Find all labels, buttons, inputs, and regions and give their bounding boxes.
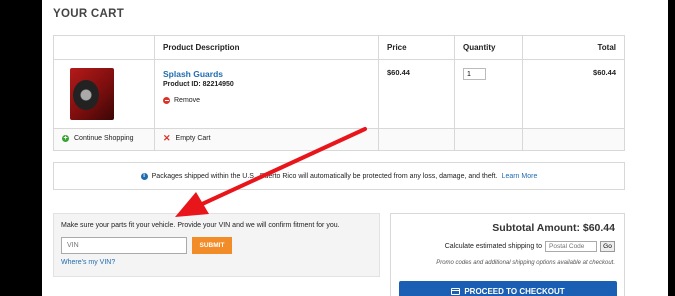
vin-prompt: Make sure your parts fit your vehicle. P… <box>61 222 340 229</box>
header-total: Total <box>522 35 625 60</box>
item-total: $60.44 <box>593 68 616 77</box>
header-quantity: Quantity <box>454 35 523 60</box>
go-button[interactable]: Go <box>600 241 615 252</box>
product-id: Product ID: 82214950 <box>163 81 234 88</box>
vin-fitment-panel: Make sure your parts fit your vehicle. P… <box>53 213 380 277</box>
total-cell: $60.44 <box>522 59 625 129</box>
header-price: Price <box>378 35 455 60</box>
order-summary: Subtotal Amount: $60.44 Calculate estima… <box>390 213 625 296</box>
empty-cart-button[interactable]: ✕ Empty Cart <box>163 133 370 143</box>
promo-note: Promo codes and additional shipping opti… <box>436 260 615 266</box>
remove-button[interactable]: Remove <box>163 97 370 104</box>
blank-cell <box>522 128 625 151</box>
shipping-estimate-row: Calculate estimated shipping to Go <box>400 241 615 252</box>
cart-page: YOUR CART Product Description Price Quan… <box>42 0 668 296</box>
item-price: $60.44 <box>387 68 410 77</box>
minus-circle-icon <box>163 97 170 104</box>
vin-form: SUBMIT <box>61 237 372 254</box>
credit-card-icon <box>451 287 461 295</box>
continue-shopping-label: Continue Shopping <box>74 135 134 142</box>
header-description: Product Description <box>154 35 379 60</box>
quantity-input[interactable] <box>463 68 486 80</box>
info-icon: i <box>140 172 148 180</box>
shipping-protection-notice: i Packages shipped within the U.S., Puer… <box>53 162 625 190</box>
x-icon: ✕ <box>163 133 171 143</box>
notice-text: Packages shipped within the U.S., Puerto… <box>151 172 498 180</box>
table-header-row: Product Description Price Quantity Total <box>53 35 625 60</box>
page-title: YOUR CART <box>53 8 125 20</box>
postal-code-input[interactable] <box>545 241 597 252</box>
continue-shopping-button[interactable]: + Continue Shopping <box>62 135 146 142</box>
price-cell: $60.44 <box>378 59 455 129</box>
learn-more-link[interactable]: Learn More <box>502 173 538 180</box>
subtotal-amount: Subtotal Amount: $60.44 <box>492 222 615 234</box>
checkout-label: PROCEED TO CHECKOUT <box>464 286 565 296</box>
shipping-label: Calculate estimated shipping to <box>444 243 542 250</box>
empty-cart-label: Empty Cart <box>175 135 211 142</box>
header-image <box>53 35 155 60</box>
vin-input[interactable] <box>61 237 187 254</box>
proceed-to-checkout-button[interactable]: PROCEED TO CHECKOUT <box>399 281 617 296</box>
blank-cell <box>378 128 455 151</box>
cart-actions-row: + Continue Shopping ✕ Empty Cart <box>53 128 625 151</box>
blank-cell <box>454 128 523 151</box>
product-name-link[interactable]: Splash Guards <box>163 69 370 79</box>
remove-label: Remove <box>174 97 201 104</box>
quantity-cell <box>454 59 523 129</box>
product-image-cell <box>53 59 155 129</box>
product-description-cell: Splash Guards Product ID: 82214950 Remov… <box>154 59 379 129</box>
continue-cell: + Continue Shopping <box>53 128 155 151</box>
product-image[interactable] <box>70 68 114 120</box>
vin-submit-button[interactable]: SUBMIT <box>192 237 232 254</box>
table-row: Splash Guards Product ID: 82214950 Remov… <box>53 59 625 129</box>
empty-cell: ✕ Empty Cart <box>154 128 379 151</box>
plus-circle-icon: + <box>62 135 69 142</box>
wheres-my-vin-link[interactable]: Where's my VIN? <box>61 259 372 266</box>
cart-table: Product Description Price Quantity Total… <box>53 35 625 151</box>
